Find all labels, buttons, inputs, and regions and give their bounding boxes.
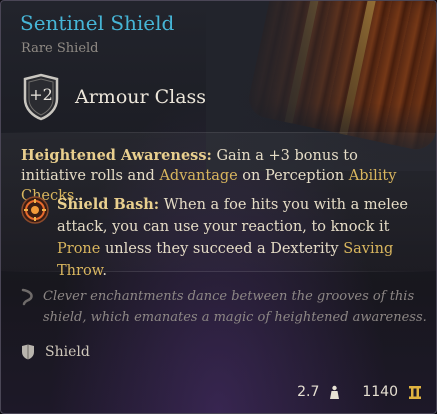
item-rarity: Rare Shield	[21, 41, 99, 56]
armour-class-label: Armour Class	[75, 86, 207, 108]
divider	[1, 271, 436, 272]
prone-link[interactable]: Prone	[57, 241, 100, 257]
shield-bash-icon	[21, 196, 49, 224]
passive-shield-bash: Shield Bash: When a foe hits you with a …	[21, 194, 426, 282]
flavor-text: Clever enchantments dance between the gr…	[43, 289, 427, 325]
armour-class-value: +2	[29, 85, 53, 104]
armour-class-badge-icon: +2	[21, 73, 61, 121]
flavor-text-row: Clever enchantments dance between the gr…	[19, 286, 429, 328]
item-footer: 2.7 1140	[297, 384, 422, 400]
item-type-label: Shield	[45, 344, 90, 360]
gold-icon	[409, 385, 421, 399]
item-type-row: Shield	[21, 344, 90, 360]
item-name: Sentinel Shield	[20, 11, 175, 35]
item-weight: 2.7	[297, 384, 320, 400]
passive-title: Heightened Awareness:	[21, 147, 212, 164]
armour-class-row: +2 Armour Class	[21, 73, 206, 121]
passive-title: Shield Bash:	[57, 196, 160, 213]
item-value: 1140	[362, 384, 398, 400]
quill-icon	[19, 288, 37, 306]
weight-icon	[330, 385, 340, 399]
advantage-link[interactable]: Advantage	[159, 168, 237, 184]
item-tooltip: Sentinel Shield Rare Shield +2 Armour Cl…	[0, 0, 437, 414]
shield-icon	[22, 344, 34, 360]
